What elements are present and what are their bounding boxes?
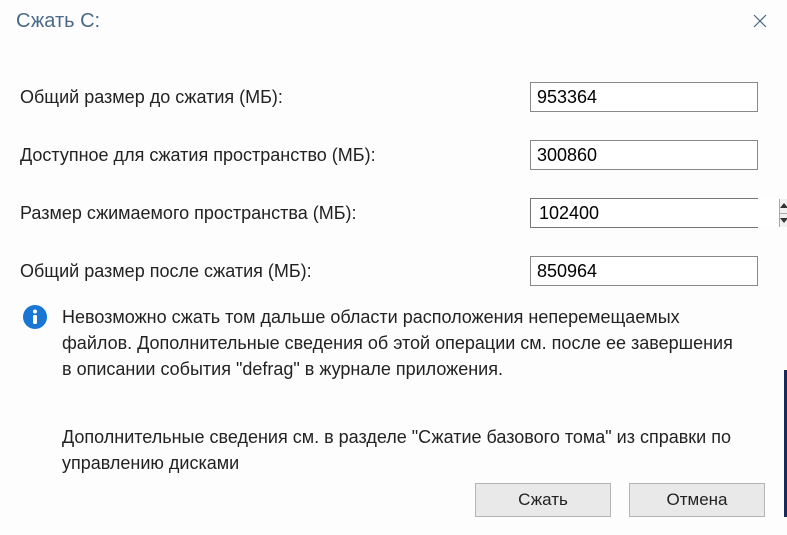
spinner-buttons [779, 199, 787, 227]
value-available: 300860 [530, 140, 758, 170]
value-total-before: 953364 [530, 82, 758, 112]
label-shrink-size: Размер сжимаемого пространства (МБ): [20, 203, 530, 224]
shrink-size-input[interactable] [531, 199, 779, 227]
value-total-after: 850964 [530, 256, 758, 286]
spinner-down-button[interactable] [780, 214, 787, 228]
shrink-volume-dialog: Сжать С: Общий размер до сжатия (МБ): 95… [0, 0, 787, 535]
label-total-after: Общий размер после сжатия (МБ): [20, 261, 530, 282]
shrink-button[interactable]: Сжать [475, 483, 611, 517]
shrink-button-label: Сжать [518, 490, 568, 510]
shrink-size-spinner[interactable] [530, 198, 758, 228]
titlebar: Сжать С: [0, 0, 787, 42]
spinner-up-button[interactable] [780, 199, 787, 214]
label-available: Доступное для сжатия пространство (МБ): [20, 145, 530, 166]
row-available: Доступное для сжатия пространство (МБ): … [20, 140, 767, 170]
triangle-up-icon [780, 203, 787, 208]
info-text: Невозможно сжать том дальше области расп… [62, 304, 737, 382]
triangle-down-icon [780, 218, 787, 223]
dialog-content: Общий размер до сжатия (МБ): 953364 Дост… [0, 42, 787, 476]
row-shrink-size: Размер сжимаемого пространства (МБ): [20, 198, 767, 228]
row-total-after: Общий размер после сжатия (МБ): 850964 [20, 256, 767, 286]
label-total-before: Общий размер до сжатия (МБ): [20, 87, 530, 108]
info-block: Невозможно сжать том дальше области расп… [20, 304, 737, 382]
close-button[interactable] [747, 8, 773, 34]
row-total-before: Общий размер до сжатия (МБ): 953364 [20, 82, 767, 112]
extra-info-text: Дополнительные сведения см. в разделе "С… [62, 424, 737, 476]
dialog-title: Сжать С: [16, 10, 100, 33]
cancel-button[interactable]: Отмена [629, 483, 765, 517]
cancel-button-label: Отмена [667, 490, 728, 510]
dialog-footer: Сжать Отмена [475, 483, 765, 517]
info-icon [22, 304, 48, 330]
close-icon [752, 13, 768, 29]
